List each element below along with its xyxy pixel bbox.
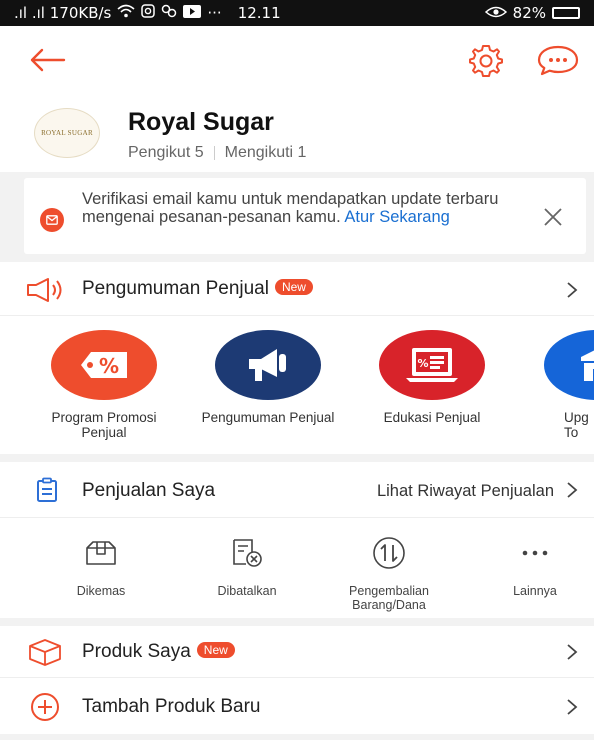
top-bar: [0, 26, 594, 94]
signal-text: .ıl .ıl 170KB/s: [14, 4, 112, 22]
more-notifications-icon: ···: [207, 4, 222, 22]
followers-count[interactable]: Pengikut 5: [128, 144, 204, 162]
chevron-right-icon: [567, 482, 578, 498]
shortcut-label: Upg To: [564, 410, 589, 440]
shortcut-label: Edukasi Penjual: [383, 410, 481, 425]
laptop-icon: %: [379, 330, 485, 400]
close-icon: [544, 208, 562, 226]
order-status-cancelled[interactable]: Dibatalkan: [182, 536, 312, 598]
order-status-grid: Dikemas Dibatalkan Pengembalian Barang/D…: [0, 518, 594, 618]
add-new-product-row[interactable]: Tambah Produk Baru: [0, 678, 594, 734]
eye-icon: [484, 4, 507, 22]
settings-button[interactable]: [468, 42, 504, 78]
clock: 12.11: [237, 4, 281, 22]
order-status-label: Dikemas: [76, 584, 126, 598]
order-status-more[interactable]: Lainnya: [470, 536, 594, 598]
shop-name: Royal Sugar: [128, 108, 274, 136]
seller-shortcuts: % Program Promosi Penjual Pengumuman Pen…: [0, 316, 594, 454]
battery-percent: 82%: [512, 4, 546, 22]
divider: [213, 146, 215, 160]
following-count[interactable]: Mengikuti 1: [225, 144, 307, 162]
chevron-right-icon: [567, 699, 578, 715]
new-badge: New: [196, 642, 235, 658]
svg-text:%: %: [99, 354, 119, 378]
my-products-text: Produk Saya: [82, 641, 191, 662]
set-now-link[interactable]: Atur Sekarang: [344, 208, 449, 226]
battery-icon: [552, 7, 580, 19]
my-sales-label: Penjualan Saya: [82, 480, 216, 501]
package-icon: [29, 639, 61, 666]
megaphone-icon: [27, 278, 62, 302]
order-status-label: Dibatalkan: [217, 584, 277, 598]
shortcut-label: Pengumuman Penjual: [201, 410, 335, 425]
arrow-left-icon: [30, 48, 66, 72]
avatar-logo-text: ROYAL SUGAR: [41, 129, 93, 137]
app-icon: [161, 4, 177, 22]
store-icon: [544, 330, 594, 400]
plus-circle-icon: [31, 693, 59, 721]
shop-profile: ROYAL SUGAR Royal Sugar Pengikut 5 Mengi…: [0, 94, 594, 172]
promo-tag-icon: %: [51, 330, 157, 400]
order-status-label: Lainnya: [513, 584, 557, 598]
order-status-returns[interactable]: Pengembalian Barang/Dana: [324, 536, 454, 612]
shortcut-education[interactable]: % Edukasi Penjual: [362, 330, 502, 425]
shop-avatar[interactable]: ROYAL SUGAR: [34, 108, 100, 158]
follow-stats: Pengikut 5 Mengikuti 1: [128, 144, 306, 162]
chevron-right-icon: [567, 282, 578, 298]
seller-announcement-row[interactable]: Pengumuman Penjual New: [0, 262, 594, 316]
shortcut-promotion[interactable]: % Program Promosi Penjual: [34, 330, 174, 440]
status-bar: .ıl .ıl 170KB/s ··· 12.11 82%: [0, 0, 594, 26]
chat-button[interactable]: [536, 42, 580, 78]
announcement-label: Pengumuman Penjual New: [82, 278, 313, 300]
close-banner-button[interactable]: [542, 206, 564, 228]
svg-text:%: %: [417, 357, 428, 370]
gear-icon: [469, 45, 503, 77]
box-icon: [36, 536, 166, 570]
chevron-right-icon: [567, 644, 578, 660]
banner-text: Verifikasi email kamu untuk mendapatkan …: [82, 190, 512, 226]
verify-email-banner: Verifikasi email kamu untuk mendapatkan …: [24, 178, 586, 254]
new-badge: New: [274, 279, 313, 295]
cancel-document-icon: [182, 536, 312, 570]
announcement-text: Pengumuman Penjual: [82, 278, 269, 299]
back-button[interactable]: [28, 44, 68, 76]
video-icon: [183, 4, 202, 22]
my-sales-row[interactable]: Penjualan Saya Lihat Riwayat Penjualan: [0, 462, 594, 518]
shortcut-upgrade[interactable]: Upg To: [518, 330, 594, 440]
add-product-label: Tambah Produk Baru: [82, 696, 261, 717]
more-dots-icon: [470, 536, 594, 570]
instagram-icon: [141, 4, 156, 22]
order-status-label: Pengembalian Barang/Dana: [349, 584, 429, 612]
sales-history-link[interactable]: Lihat Riwayat Penjualan: [377, 482, 554, 501]
my-products-label: Produk Saya New: [82, 641, 235, 663]
my-products-row[interactable]: Produk Saya New: [0, 626, 594, 678]
megaphone-icon: [215, 330, 321, 400]
return-icon: [324, 536, 454, 570]
clipboard-icon: [37, 477, 57, 502]
shortcut-announcement[interactable]: Pengumuman Penjual: [198, 330, 338, 425]
order-status-packed[interactable]: Dikemas: [36, 536, 166, 598]
mail-icon: [40, 208, 64, 232]
shortcut-label: Program Promosi Penjual: [51, 410, 157, 440]
wifi-icon: [117, 4, 135, 22]
chat-bubble-icon: [537, 45, 579, 76]
